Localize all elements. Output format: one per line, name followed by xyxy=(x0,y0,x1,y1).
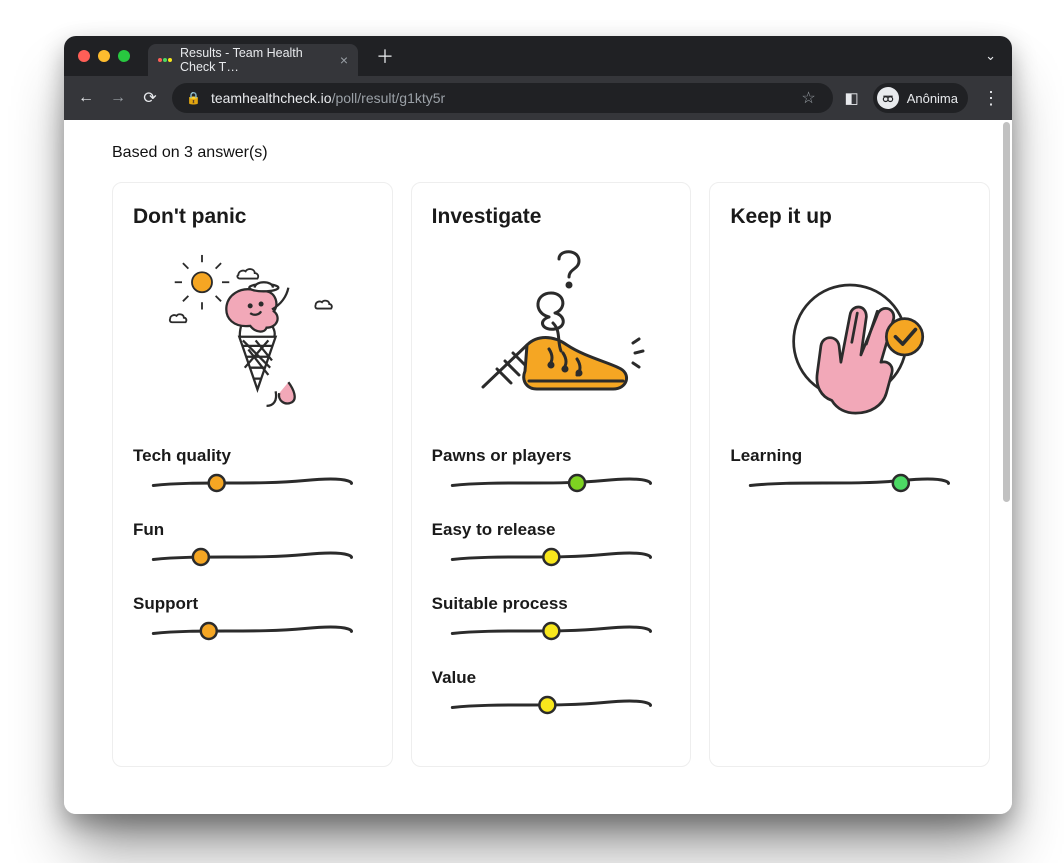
column-title: Investigate xyxy=(432,205,671,229)
forward-button[interactable]: → xyxy=(108,89,128,107)
address-bar: ← → ⟳ 🔒 teamhealthcheck.io/poll/result/g… xyxy=(64,76,1012,120)
window-controls[interactable] xyxy=(78,50,130,62)
page-viewport: Based on 3 answer(s) Don't panic xyxy=(64,120,1012,814)
metric-slider xyxy=(432,694,671,716)
metric-row: Fun xyxy=(133,520,372,568)
metric-row: Suitable process xyxy=(432,594,671,642)
favicon-icon xyxy=(158,58,172,62)
metric-slider xyxy=(432,620,671,642)
metric-row: Value xyxy=(432,668,671,716)
metric-label: Suitable process xyxy=(432,594,671,614)
panel-icon[interactable]: ◧ xyxy=(845,89,859,107)
metric-label: Learning xyxy=(730,446,969,466)
column-title: Don't panic xyxy=(133,205,372,229)
metric-slider xyxy=(133,620,372,642)
url: teamhealthcheck.io/poll/result/g1kty5r xyxy=(211,90,445,106)
metric-slider xyxy=(432,546,671,568)
tab-title: Results - Team Health Check T… xyxy=(180,46,328,74)
metric-slider xyxy=(730,472,969,494)
metric-slider xyxy=(133,472,372,494)
profile-label: Anônima xyxy=(907,91,958,106)
metric-label: Pawns or players xyxy=(432,446,671,466)
column-title: Keep it up xyxy=(730,205,969,229)
tab-overflow-button[interactable]: ⌄ xyxy=(985,48,996,64)
metric-slider xyxy=(432,472,671,494)
metric-row: Pawns or players xyxy=(432,446,671,494)
metric-label: Fun xyxy=(133,520,372,540)
illustration-melting-ice-cream xyxy=(133,247,372,422)
column-dont-panic: Don't panic xyxy=(112,182,393,767)
minimize-window-button[interactable] xyxy=(98,50,110,62)
reload-button[interactable]: ⟳ xyxy=(140,88,160,108)
incognito-icon xyxy=(877,87,899,109)
scrollbar-thumb[interactable] xyxy=(1003,122,1010,502)
summary-line: Based on 3 answer(s) xyxy=(112,144,990,162)
metric-row: Learning xyxy=(730,446,969,494)
lock-icon: 🔒 xyxy=(186,91,201,105)
metric-slider xyxy=(133,546,372,568)
browser-tab[interactable]: Results - Team Health Check T… × xyxy=(148,44,358,76)
maximize-window-button[interactable] xyxy=(118,50,130,62)
result-columns: Don't panic xyxy=(112,182,990,767)
tab-strip: Results - Team Health Check T… × ＋ ⌄ xyxy=(64,36,1012,76)
browser-menu-button[interactable]: ⋮ xyxy=(982,88,1000,109)
bookmark-icon[interactable]: ☆ xyxy=(799,88,819,108)
back-button[interactable]: ← xyxy=(76,89,96,107)
metric-label: Easy to release xyxy=(432,520,671,540)
omnibox[interactable]: 🔒 teamhealthcheck.io/poll/result/g1kty5r… xyxy=(172,83,833,113)
close-tab-icon[interactable]: × xyxy=(340,53,348,67)
column-investigate: Investigate xyxy=(411,182,692,767)
close-window-button[interactable] xyxy=(78,50,90,62)
metric-label: Tech quality xyxy=(133,446,372,466)
metric-label: Value xyxy=(432,668,671,688)
browser-window: Results - Team Health Check T… × ＋ ⌄ ← →… xyxy=(64,36,1012,814)
metric-label: Support xyxy=(133,594,372,614)
scrollbar[interactable] xyxy=(1000,122,1010,812)
illustration-peace-hand xyxy=(730,247,969,422)
new-tab-button[interactable]: ＋ xyxy=(372,43,398,69)
metric-row: Easy to release xyxy=(432,520,671,568)
url-host: teamhealthcheck.io xyxy=(211,90,332,106)
illustration-tripping-shoe xyxy=(432,247,671,422)
metric-row: Support xyxy=(133,594,372,642)
metric-row: Tech quality xyxy=(133,446,372,494)
url-path: /poll/result/g1kty5r xyxy=(332,90,446,106)
page-content: Based on 3 answer(s) Don't panic xyxy=(64,120,1012,767)
column-keep-it-up: Keep it up xyxy=(709,182,990,767)
profile-chip[interactable]: Anônima xyxy=(873,83,968,113)
